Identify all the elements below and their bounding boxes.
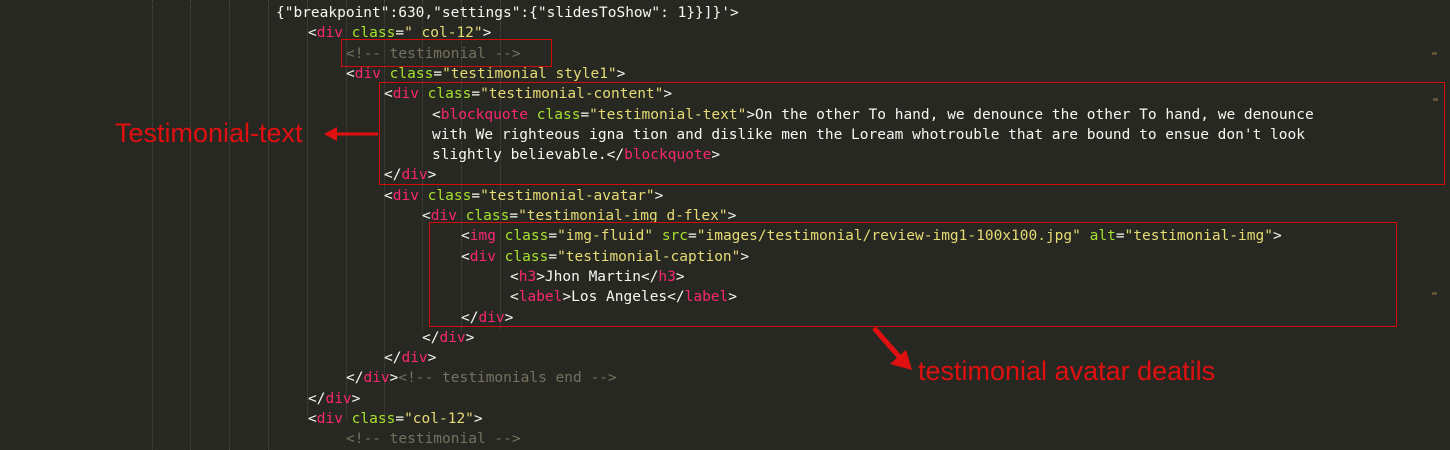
- code-line[interactable]: {"breakpoint":630,"settings":{"slidesToS…: [276, 3, 739, 23]
- code-token: </: [384, 350, 402, 367]
- code-token: {"breakpoint":630,"settings":{"slidesToS…: [276, 5, 739, 21]
- testimonial-text-annotation: Testimonial-text: [115, 118, 303, 148]
- minimap-marker: [1432, 52, 1437, 55]
- code-token: class: [389, 65, 434, 82]
- code-token: "col-12": [404, 411, 474, 427]
- code-line[interactable]: </div><!-- testimonials end -->: [346, 368, 617, 388]
- code-token: div: [354, 65, 381, 82]
- highlight-box-avatar-details: [429, 222, 1397, 327]
- code-line[interactable]: </div>: [308, 389, 360, 409]
- code-token: <: [308, 411, 317, 427]
- code-line[interactable]: <div class="testimonial-avatar">: [384, 186, 663, 206]
- indent-guide: [307, 0, 308, 420]
- code-token: div: [392, 187, 419, 204]
- code-token: div: [325, 390, 352, 407]
- code-token: =: [433, 65, 443, 82]
- code-token: >: [616, 65, 626, 82]
- code-token: =: [471, 187, 481, 204]
- code-token: =: [395, 411, 405, 427]
- indent-guide: [152, 0, 153, 450]
- code-token: <: [384, 187, 393, 204]
- indent-guide: [268, 0, 269, 450]
- code-token: >: [465, 329, 475, 346]
- code-token: </: [422, 329, 440, 346]
- code-token: <: [346, 65, 355, 82]
- code-token: div: [439, 329, 466, 346]
- left-arrow-icon: [324, 127, 378, 141]
- code-token: <!-- testimonials end -->: [398, 370, 617, 387]
- code-token: "testimonial style1": [442, 65, 617, 82]
- code-token: div: [401, 350, 428, 367]
- code-token: class: [351, 411, 396, 427]
- code-token: <: [308, 25, 317, 42]
- code-token: >: [654, 187, 664, 204]
- code-token: "testimonial-avatar": [480, 187, 655, 204]
- code-token: div: [316, 411, 343, 427]
- code-token: div: [363, 370, 390, 387]
- highlight-box-comment: [341, 39, 552, 67]
- code-token: div: [316, 25, 343, 42]
- down-right-arrow-icon: [872, 326, 912, 370]
- highlight-box-testimonial-text: [379, 82, 1445, 185]
- minimap-marker: [1433, 98, 1438, 101]
- code-token: >: [473, 411, 483, 427]
- code-line[interactable]: <div class="col-12">: [308, 409, 483, 429]
- code-token: >: [427, 350, 437, 367]
- indent-guide: [229, 0, 230, 450]
- code-line[interactable]: </div>: [422, 328, 474, 348]
- code-line[interactable]: </div>: [384, 348, 436, 368]
- code-token: </: [308, 390, 326, 407]
- code-token: class: [427, 187, 472, 204]
- code-token: >: [351, 390, 361, 407]
- indent-guide: [190, 0, 191, 450]
- avatar-details-annotation: testimonial avatar deatils: [918, 356, 1216, 386]
- code-token: </: [346, 370, 364, 387]
- code-line[interactable]: <!-- testimonial -->: [346, 429, 521, 449]
- minimap-marker: [1432, 292, 1437, 295]
- code-token: <!-- testimonial -->: [346, 431, 521, 448]
